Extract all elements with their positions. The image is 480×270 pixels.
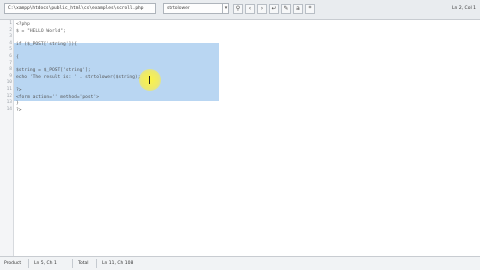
search-icon[interactable]: ⚲ [233,4,243,14]
line-number: 2 [9,27,12,33]
edit-icon[interactable]: ✎ [281,4,291,14]
line-number: 4 [9,40,12,46]
arrow-left-icon[interactable]: ‹ [245,4,255,14]
line-number: 7 [9,60,12,66]
code-line[interactable]: $ = "HELLO World"; [16,28,66,35]
status-bar: Product Ln 5, Ch 1 Total Ln 11, Ch 108 [0,256,480,270]
line-number: 1 [9,21,12,26]
search-input[interactable]: strtolower [163,3,229,14]
case-icon[interactable]: a [293,4,303,14]
arrow-right-icon[interactable]: › [257,4,267,14]
status-column: Ln 11, Ch 108 [102,261,134,266]
line-number: 3 [9,34,12,40]
status-divider [96,259,97,268]
status-divider [28,259,29,268]
cursor-highlight [139,69,161,91]
status-total: Total [78,261,89,266]
line-number: 13 [6,100,12,106]
cursor-position-label: Ln 2, Col 1 [452,6,476,11]
line-number: 5 [9,47,12,53]
status-mode: Product [4,261,22,266]
chevron-down-icon[interactable]: ▾ [222,3,229,14]
code-editor[interactable]: 1 <?php 2 $ = "HELLO World"; 3 4 if ($_POST['s… [0,20,480,257]
toolbar: C:\xampp\htdocs\public_html\cs\examples\… [0,0,480,20]
code-line[interactable]: { [16,54,19,61]
line-number: 6 [9,54,12,59]
line-number: 14 [6,106,12,112]
wrap-icon[interactable]: ↵ [269,4,279,14]
line-number: 8 [9,67,12,73]
file-path-field[interactable]: C:\xampp\htdocs\public_html\cs\examples\… [4,3,156,14]
line-number: 11 [6,87,12,92]
code-line[interactable]: echo 'The result is: ' . strtolower($str… [16,74,140,81]
regex-icon[interactable]: * [305,4,315,14]
code-line[interactable]: if ($_POST['string']){ [16,41,77,48]
code-line[interactable]: <form action='' method='post'> [16,94,99,101]
status-divider [72,259,73,268]
line-number: 12 [6,93,12,99]
line-number: 10 [6,80,12,86]
text-cursor [149,76,150,84]
status-position: Ln 5, Ch 1 [34,261,57,266]
line-number: 9 [9,73,12,79]
code-line[interactable]: ?> [16,107,22,114]
